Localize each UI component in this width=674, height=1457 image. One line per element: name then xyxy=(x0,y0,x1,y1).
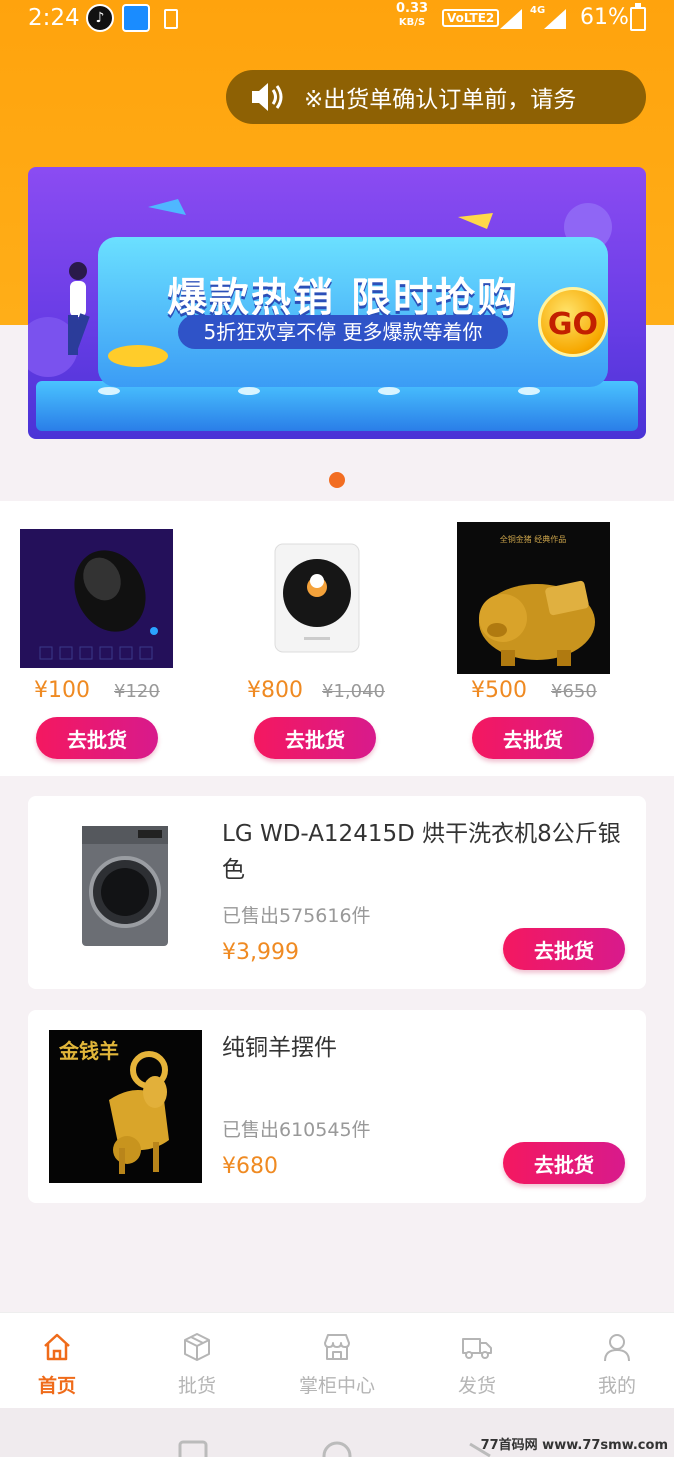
svg-text:金钱羊: 金钱羊 xyxy=(58,1039,119,1063)
battery-percent: 61% xyxy=(580,5,629,30)
box-icon xyxy=(184,1333,210,1361)
notice-text: ※出货单确认订单前，请务 xyxy=(304,87,577,113)
wholesale-button[interactable]: 去批货 xyxy=(503,928,625,970)
product-image-golden-goat: 金钱羊 xyxy=(49,1030,202,1183)
featured-price: ¥800 xyxy=(247,678,303,703)
promo-banner[interactable]: 爆款热销 限时抢购 5折狂欢享不停 更多爆款等着你 GO xyxy=(28,167,646,439)
featured-old-price: ¥650 xyxy=(551,681,597,702)
product-card[interactable]: LG WD-A12415D 烘干洗衣机8公斤银色 已售出575616件 ¥3,9… xyxy=(28,796,646,989)
network-type: 4G xyxy=(530,5,546,16)
signal-icon-2 xyxy=(544,9,566,29)
product-image-mouse xyxy=(20,529,173,668)
featured-products: ¥100 ¥120 去批货 ¥800 ¥1,040 去批货 全铜金猪 经典作品 … xyxy=(0,501,674,776)
featured-old-price: ¥120 xyxy=(114,681,160,702)
product-price: ¥680 xyxy=(222,1154,278,1179)
tiktok-icon: ♪ xyxy=(86,4,114,32)
status-bar: 2:24 ♪ 0.33 KB/S VoLTE2 4G 61% xyxy=(0,0,674,40)
featured-item[interactable]: 全铜金猪 经典作品 ¥500 ¥650 去批货 xyxy=(440,501,640,776)
product-image-washing-machine xyxy=(82,826,168,946)
person-illustration xyxy=(67,262,90,355)
truck-icon xyxy=(462,1338,492,1359)
tab-store-center[interactable]: 掌柜中心 xyxy=(270,1313,404,1409)
featured-price: ¥100 xyxy=(34,678,90,703)
product-price: ¥3,999 xyxy=(222,940,299,965)
platform-lights xyxy=(88,387,588,397)
product-title: LG WD-A12415D 烘干洗衣机8公斤银色 xyxy=(222,821,621,883)
tab-wholesale[interactable]: 批货 xyxy=(130,1313,264,1409)
svg-text:全铜金猪 经典作品: 全铜金猪 经典作品 xyxy=(500,534,567,544)
download-icon xyxy=(164,9,178,29)
tab-label: 批货 xyxy=(177,1375,216,1397)
product-card[interactable]: 金钱羊 纯铜羊摆件 已售出610545件 ¥680 去批货 xyxy=(28,1010,646,1203)
bottom-tab-bar: 首页 批货 掌柜中心 发货 我的 xyxy=(0,1312,674,1408)
featured-item[interactable]: ¥100 ¥120 去批货 xyxy=(0,501,200,776)
watermark: 77首码网 www.77smw.com xyxy=(480,1438,668,1453)
tab-home[interactable]: 首页 xyxy=(0,1313,124,1409)
tab-shipping[interactable]: 发货 xyxy=(410,1313,544,1409)
signal-icon xyxy=(500,9,522,29)
volte-badge: VoLTE2 xyxy=(442,9,500,27)
wholesale-button[interactable]: 去批货 xyxy=(472,717,594,759)
featured-old-price: ¥1,040 xyxy=(322,681,385,702)
status-time: 2:24 xyxy=(28,5,80,31)
home-nav-icon xyxy=(322,1441,352,1457)
recents-icon xyxy=(178,1440,208,1457)
tab-mine[interactable]: 我的 xyxy=(550,1313,674,1409)
battery-icon xyxy=(630,3,646,31)
carousel-indicator[interactable] xyxy=(329,472,345,488)
coins-illustration xyxy=(108,345,168,367)
tab-label: 我的 xyxy=(597,1375,636,1397)
wholesale-button[interactable]: 去批货 xyxy=(254,717,376,759)
tab-label: 发货 xyxy=(457,1375,496,1397)
wholesale-button[interactable]: 去批货 xyxy=(503,1142,625,1184)
tab-label: 掌柜中心 xyxy=(298,1375,375,1397)
product-image-golden-pig: 全铜金猪 经典作品 xyxy=(457,522,610,674)
home-icon xyxy=(44,1333,70,1361)
app-notification-icon xyxy=(122,4,150,32)
tab-label: 首页 xyxy=(37,1375,76,1397)
banner-subtitle: 5折狂欢享不停 更多爆款等着你 xyxy=(178,315,508,349)
network-speed: 0.33 KB/S xyxy=(396,1,429,28)
user-icon xyxy=(604,1334,630,1362)
featured-item[interactable]: ¥800 ¥1,040 去批货 xyxy=(220,501,420,776)
featured-price: ¥500 xyxy=(471,678,527,703)
wholesale-button[interactable]: 去批货 xyxy=(36,717,158,759)
speaker-icon xyxy=(248,78,286,116)
product-image-device xyxy=(274,543,360,653)
product-sold-count: 已售出575616件 xyxy=(222,905,371,927)
notice-marquee[interactable]: ※出货单确认订单前，请务 xyxy=(226,70,646,124)
go-badge: GO xyxy=(538,287,608,357)
product-sold-count: 已售出610545件 xyxy=(222,1119,371,1141)
product-title: 纯铜羊摆件 xyxy=(222,1035,337,1061)
store-icon xyxy=(324,1334,350,1360)
